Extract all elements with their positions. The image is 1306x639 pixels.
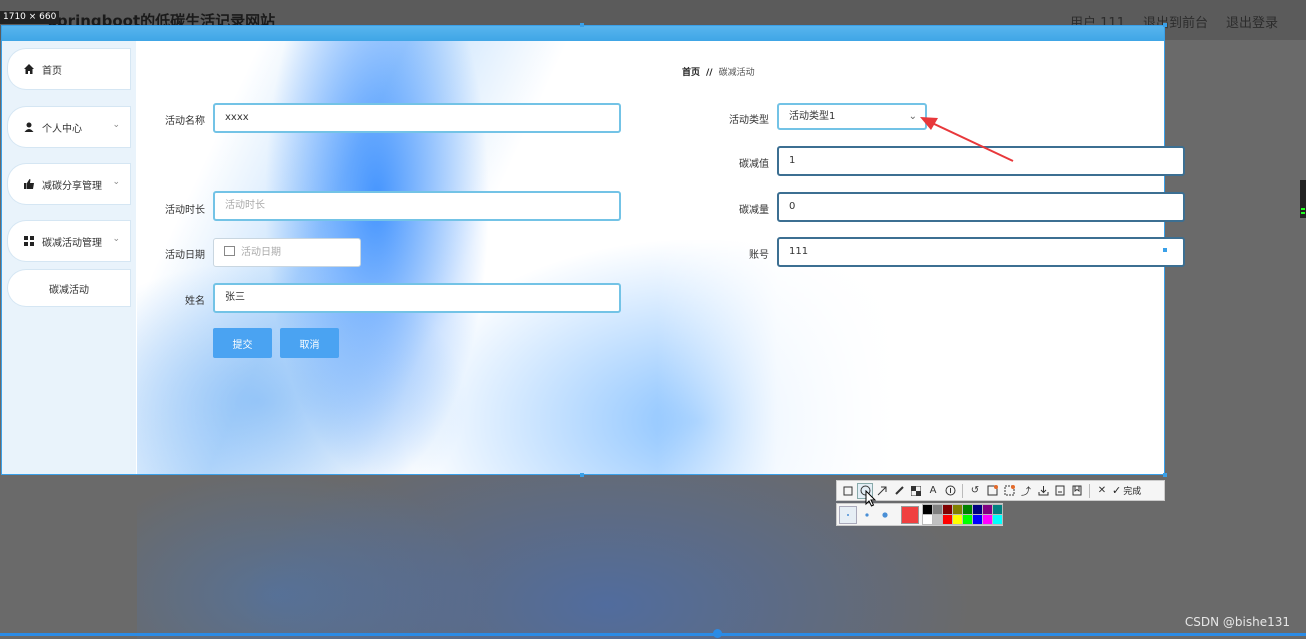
selection-handle[interactable] bbox=[1163, 248, 1167, 252]
color-swatch[interactable] bbox=[992, 504, 1003, 515]
selection-handle[interactable] bbox=[580, 473, 584, 477]
selection-handle[interactable] bbox=[1163, 23, 1167, 27]
save-icon[interactable] bbox=[1053, 484, 1067, 498]
screenshot-toolbar: A ↺ ⤴ ✕ ✓ 完成 bbox=[836, 480, 1165, 501]
toolbar-separator bbox=[962, 483, 963, 498]
bookmark-icon[interactable] bbox=[1070, 484, 1084, 498]
selection-handle[interactable] bbox=[580, 23, 584, 27]
check-icon: ✓ bbox=[1112, 484, 1122, 497]
annotation-arrow bbox=[920, 117, 1014, 162]
color-swatch[interactable] bbox=[972, 504, 983, 515]
color-swatch[interactable] bbox=[952, 504, 963, 515]
pen-tool-icon[interactable] bbox=[892, 484, 906, 498]
scroll-track bbox=[0, 633, 1306, 636]
close-icon[interactable]: ✕ bbox=[1095, 484, 1109, 498]
color-swatch[interactable] bbox=[922, 514, 933, 525]
size-large-dot[interactable] bbox=[877, 507, 893, 523]
color-toolbar bbox=[836, 503, 1003, 526]
translate-icon[interactable] bbox=[1002, 484, 1016, 498]
mouse-cursor-icon bbox=[865, 490, 877, 507]
arrow-tool-icon[interactable] bbox=[875, 484, 889, 498]
color-swatch[interactable] bbox=[932, 504, 943, 515]
toolbar-separator bbox=[1089, 483, 1090, 498]
ocr-icon[interactable] bbox=[985, 484, 999, 498]
color-swatch[interactable] bbox=[992, 514, 1003, 525]
rect-tool-icon[interactable] bbox=[841, 484, 855, 498]
color-swatch[interactable] bbox=[962, 504, 973, 515]
color-swatch[interactable] bbox=[922, 504, 933, 515]
selection-handle[interactable] bbox=[1163, 473, 1167, 477]
download-icon[interactable] bbox=[1036, 484, 1050, 498]
color-swatch[interactable] bbox=[962, 514, 973, 525]
watermark: CSDN @bishe131 bbox=[1184, 615, 1290, 629]
current-color-swatch[interactable] bbox=[901, 505, 919, 524]
mosaic-tool-icon[interactable] bbox=[909, 484, 923, 498]
color-palette bbox=[922, 504, 1003, 525]
color-swatch[interactable] bbox=[982, 504, 993, 515]
serial-tool-icon[interactable] bbox=[943, 484, 957, 498]
pin-icon[interactable]: ⤴ bbox=[1019, 484, 1033, 498]
done-button[interactable]: ✓ 完成 bbox=[1112, 484, 1141, 497]
scroll-knob[interactable] bbox=[713, 629, 722, 638]
size-medium-dot[interactable] bbox=[859, 507, 875, 523]
color-swatch[interactable] bbox=[942, 504, 953, 515]
text-tool-icon[interactable]: A bbox=[926, 484, 940, 498]
color-swatch[interactable] bbox=[932, 514, 943, 525]
size-small-dot[interactable] bbox=[839, 505, 857, 524]
color-swatch[interactable] bbox=[972, 514, 983, 525]
color-swatch[interactable] bbox=[942, 514, 953, 525]
window-edge-indicator bbox=[1300, 180, 1306, 218]
color-swatch[interactable] bbox=[982, 514, 993, 525]
undo-icon[interactable]: ↺ bbox=[968, 484, 982, 498]
color-swatch[interactable] bbox=[952, 514, 963, 525]
done-label: 完成 bbox=[1123, 487, 1142, 497]
